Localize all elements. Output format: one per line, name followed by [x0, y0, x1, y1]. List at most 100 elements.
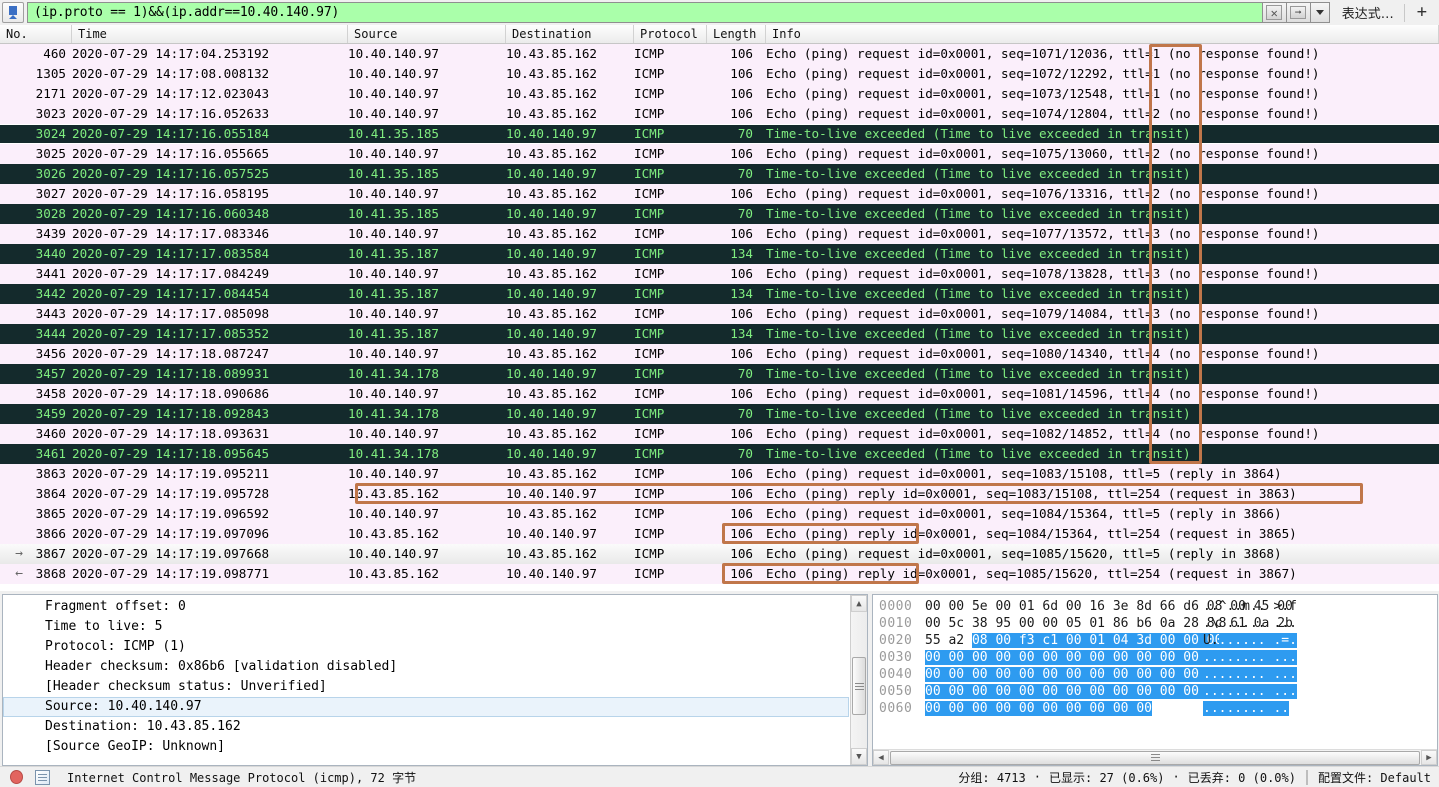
column-header-info[interactable]: Info: [766, 25, 1439, 43]
hex-dump[interactable]: 0000 00 00 5e 00 01 6d 00 16 3e 8d 66 d6 …: [873, 595, 1437, 717]
detail-line[interactable]: Header checksum: 0x86b6 [validation disa…: [3, 657, 849, 677]
capture-status-icon[interactable]: [10, 770, 23, 784]
packet-row[interactable]: 3028 2020-07-29 14:17:16.060348 10.41.35.1…: [0, 204, 1439, 224]
hex-scrollbar-thumb[interactable]: [890, 750, 1420, 765]
details-vertical-scrollbar[interactable]: ▲ ▼: [850, 595, 867, 765]
packet-row[interactable]: ← 3868 2020-07-29 14:17:19.098771 10.43.85.…: [0, 564, 1439, 584]
packet-row[interactable]: 3457 2020-07-29 14:17:18.089931 10.41.34.1…: [0, 364, 1439, 384]
packet-row[interactable]: 3440 2020-07-29 14:17:17.083584 10.41.35.1…: [0, 244, 1439, 264]
packet-row[interactable]: → 3867 2020-07-29 14:17:19.097668 10.40.140…: [0, 544, 1439, 564]
packet-cell-source: 10.40.140.97: [348, 266, 439, 281]
packet-row[interactable]: 3025 2020-07-29 14:17:16.055665 10.40.140.…: [0, 144, 1439, 164]
packet-cell-time: 2020-07-29 14:17:19.097096: [72, 526, 270, 541]
packet-details-tree[interactable]: Fragment offset: 0 Time to live: 5 Protoco…: [3, 595, 849, 765]
hex-row[interactable]: 0040 00 00 00 00 00 00 00 00 00 00 00 00 …: [873, 666, 1437, 683]
column-header-length[interactable]: Length: [707, 25, 766, 43]
packet-bytes-pane[interactable]: 0000 00 00 5e 00 01 6d 00 16 3e 8d 66 d6 …: [872, 594, 1438, 766]
column-header-no[interactable]: No.: [0, 25, 72, 43]
packet-cell-info: Echo (ping) request id=0x0001, seq=1082/…: [766, 426, 1320, 441]
packet-row[interactable]: 3023 2020-07-29 14:17:16.052633 10.40.140.…: [0, 104, 1439, 124]
packet-cell-time: 2020-07-29 14:17:19.095211: [72, 466, 270, 481]
packet-cell-no: 3023: [35, 106, 66, 121]
detail-line[interactable]: Destination: 10.43.85.162: [3, 717, 849, 737]
packet-row[interactable]: 3443 2020-07-29 14:17:17.085098 10.40.140.…: [0, 304, 1439, 324]
display-filter-input[interactable]: (ip.proto == 1)&&(ip.addr==10.40.140.97): [27, 2, 1263, 23]
packet-cell-source: 10.40.140.97: [348, 86, 439, 101]
packet-cell-info: Echo (ping) request id=0x0001, seq=1078/…: [766, 266, 1320, 281]
detail-line[interactable]: [Source GeoIP: Unknown]: [3, 737, 849, 757]
packet-cell-protocol: ICMP: [634, 226, 665, 241]
packet-cell-protocol: ICMP: [634, 426, 665, 441]
hex-row[interactable]: 0010 00 5c 38 95 00 00 05 01 86 b6 0a 28 …: [873, 615, 1437, 632]
packet-row[interactable]: 3027 2020-07-29 14:17:16.058195 10.40.140.…: [0, 184, 1439, 204]
column-header-protocol[interactable]: Protocol: [634, 25, 707, 43]
filter-expression-button[interactable]: 表达式…: [1330, 3, 1404, 22]
hex-row[interactable]: 0030 00 00 00 00 00 00 00 00 00 00 00 00 …: [873, 649, 1437, 666]
packet-cell-destination: 10.43.85.162: [506, 46, 597, 61]
status-packets-count: 分组: 4713: [958, 770, 1026, 785]
status-displayed-count: 已显示: 27 (0.6%): [1049, 770, 1165, 785]
packet-row[interactable]: 3456 2020-07-29 14:17:18.087247 10.40.140.…: [0, 344, 1439, 364]
packet-cell-time: 2020-07-29 14:17:12.023043: [72, 86, 270, 101]
capture-comment-icon[interactable]: [35, 769, 50, 785]
packet-row[interactable]: 3461 2020-07-29 14:17:18.095645 10.41.34.1…: [0, 444, 1439, 464]
scroll-down-icon[interactable]: ▼: [851, 748, 867, 765]
packet-cell-protocol: ICMP: [634, 306, 665, 321]
detail-line[interactable]: [Header checksum status: Unverified]: [3, 677, 849, 697]
column-header-source[interactable]: Source: [348, 25, 506, 43]
filter-history-button[interactable]: [1310, 2, 1330, 23]
packet-row[interactable]: 3864 2020-07-29 14:17:19.095728 10.43.85.1…: [0, 484, 1439, 504]
status-profile[interactable]: 配置文件: Default: [1318, 769, 1439, 786]
apply-filter-button[interactable]: ➞: [1286, 2, 1311, 23]
scrollbar-thumb[interactable]: [852, 657, 866, 715]
packet-cell-time: 2020-07-29 14:17:19.098771: [72, 566, 270, 581]
packet-row[interactable]: 1305 2020-07-29 14:17:08.008132 10.40.140.…: [0, 64, 1439, 84]
detail-line[interactable]: Protocol: ICMP (1): [3, 637, 849, 657]
packet-cell-source: 10.40.140.97: [348, 386, 439, 401]
packet-row[interactable]: 3863 2020-07-29 14:17:19.095211 10.40.140.…: [0, 464, 1439, 484]
packet-details-pane[interactable]: Fragment offset: 0 Time to live: 5 Protoco…: [2, 594, 868, 766]
packet-list-rows[interactable]: 460 2020-07-29 14:17:04.253192 10.40.140.9…: [0, 44, 1439, 584]
packet-cell-destination: 10.43.85.162: [506, 226, 597, 241]
packet-list[interactable]: No. Time Source Destination Protocol Length In…: [0, 25, 1439, 591]
packet-row[interactable]: 3866 2020-07-29 14:17:19.097096 10.43.85.1…: [0, 524, 1439, 544]
hex-offset: 0060: [879, 701, 913, 716]
detail-line[interactable]: Fragment offset: 0: [3, 597, 849, 617]
packet-row[interactable]: 3439 2020-07-29 14:17:17.083346 10.40.140.…: [0, 224, 1439, 244]
packet-cell-length: 106: [730, 46, 753, 61]
packet-cell-length: 134: [730, 286, 753, 301]
packet-cell-destination: 10.40.140.97: [506, 406, 597, 421]
packet-row[interactable]: 3444 2020-07-29 14:17:17.085352 10.41.35.1…: [0, 324, 1439, 344]
packet-row[interactable]: 3460 2020-07-29 14:17:18.093631 10.40.140.…: [0, 424, 1439, 444]
clear-filter-button[interactable]: ✕: [1262, 2, 1287, 23]
packet-row[interactable]: 460 2020-07-29 14:17:04.253192 10.40.140.9…: [0, 44, 1439, 64]
hex-row[interactable]: 0060 00 00 00 00 00 00 00 00 00 00.......…: [873, 700, 1437, 717]
packet-cell-destination: 10.43.85.162: [506, 466, 597, 481]
scroll-up-icon[interactable]: ▲: [851, 595, 867, 612]
column-header-destination[interactable]: Destination: [506, 25, 634, 43]
filter-bookmark-icon[interactable]: [2, 2, 24, 23]
packet-cell-no: 3868: [35, 566, 66, 581]
packet-row[interactable]: 3441 2020-07-29 14:17:17.084249 10.40.140.…: [0, 264, 1439, 284]
add-filter-button[interactable]: +: [1405, 2, 1439, 24]
packet-row[interactable]: 3458 2020-07-29 14:17:18.090686 10.40.140.…: [0, 384, 1439, 404]
hex-row[interactable]: 0050 00 00 00 00 00 00 00 00 00 00 00 00 …: [873, 683, 1437, 700]
packet-cell-protocol: ICMP: [634, 366, 665, 381]
packet-row[interactable]: 2171 2020-07-29 14:17:12.023043 10.40.140.…: [0, 84, 1439, 104]
column-header-time[interactable]: Time: [72, 25, 348, 43]
packet-cell-no: 3867: [35, 546, 66, 561]
detail-line[interactable]: Source: 10.40.140.97: [3, 697, 849, 717]
packet-row[interactable]: 3442 2020-07-29 14:17:17.084454 10.41.35.1…: [0, 284, 1439, 304]
scroll-left-icon[interactable]: ◀: [873, 750, 889, 765]
hex-horizontal-scrollbar[interactable]: ◀ ▶: [873, 749, 1437, 765]
packet-row[interactable]: 3026 2020-07-29 14:17:16.057525 10.41.35.1…: [0, 164, 1439, 184]
detail-line[interactable]: Time to live: 5: [3, 617, 849, 637]
packet-cell-no: 3444: [35, 326, 66, 341]
packet-row[interactable]: 3459 2020-07-29 14:17:18.092843 10.41.34.1…: [0, 404, 1439, 424]
hex-row[interactable]: 0000 00 00 5e 00 01 6d 00 16 3e 8d 66 d6 …: [873, 598, 1437, 615]
hex-row[interactable]: 0020 55 a2 08 00 f3 c1 00 01 04 3d 00 00 …: [873, 632, 1437, 649]
scroll-right-icon[interactable]: ▶: [1421, 750, 1437, 765]
packet-cell-length: 106: [730, 546, 753, 561]
packet-row[interactable]: 3865 2020-07-29 14:17:19.096592 10.40.140.…: [0, 504, 1439, 524]
packet-row[interactable]: 3024 2020-07-29 14:17:16.055184 10.41.35.1…: [0, 124, 1439, 144]
